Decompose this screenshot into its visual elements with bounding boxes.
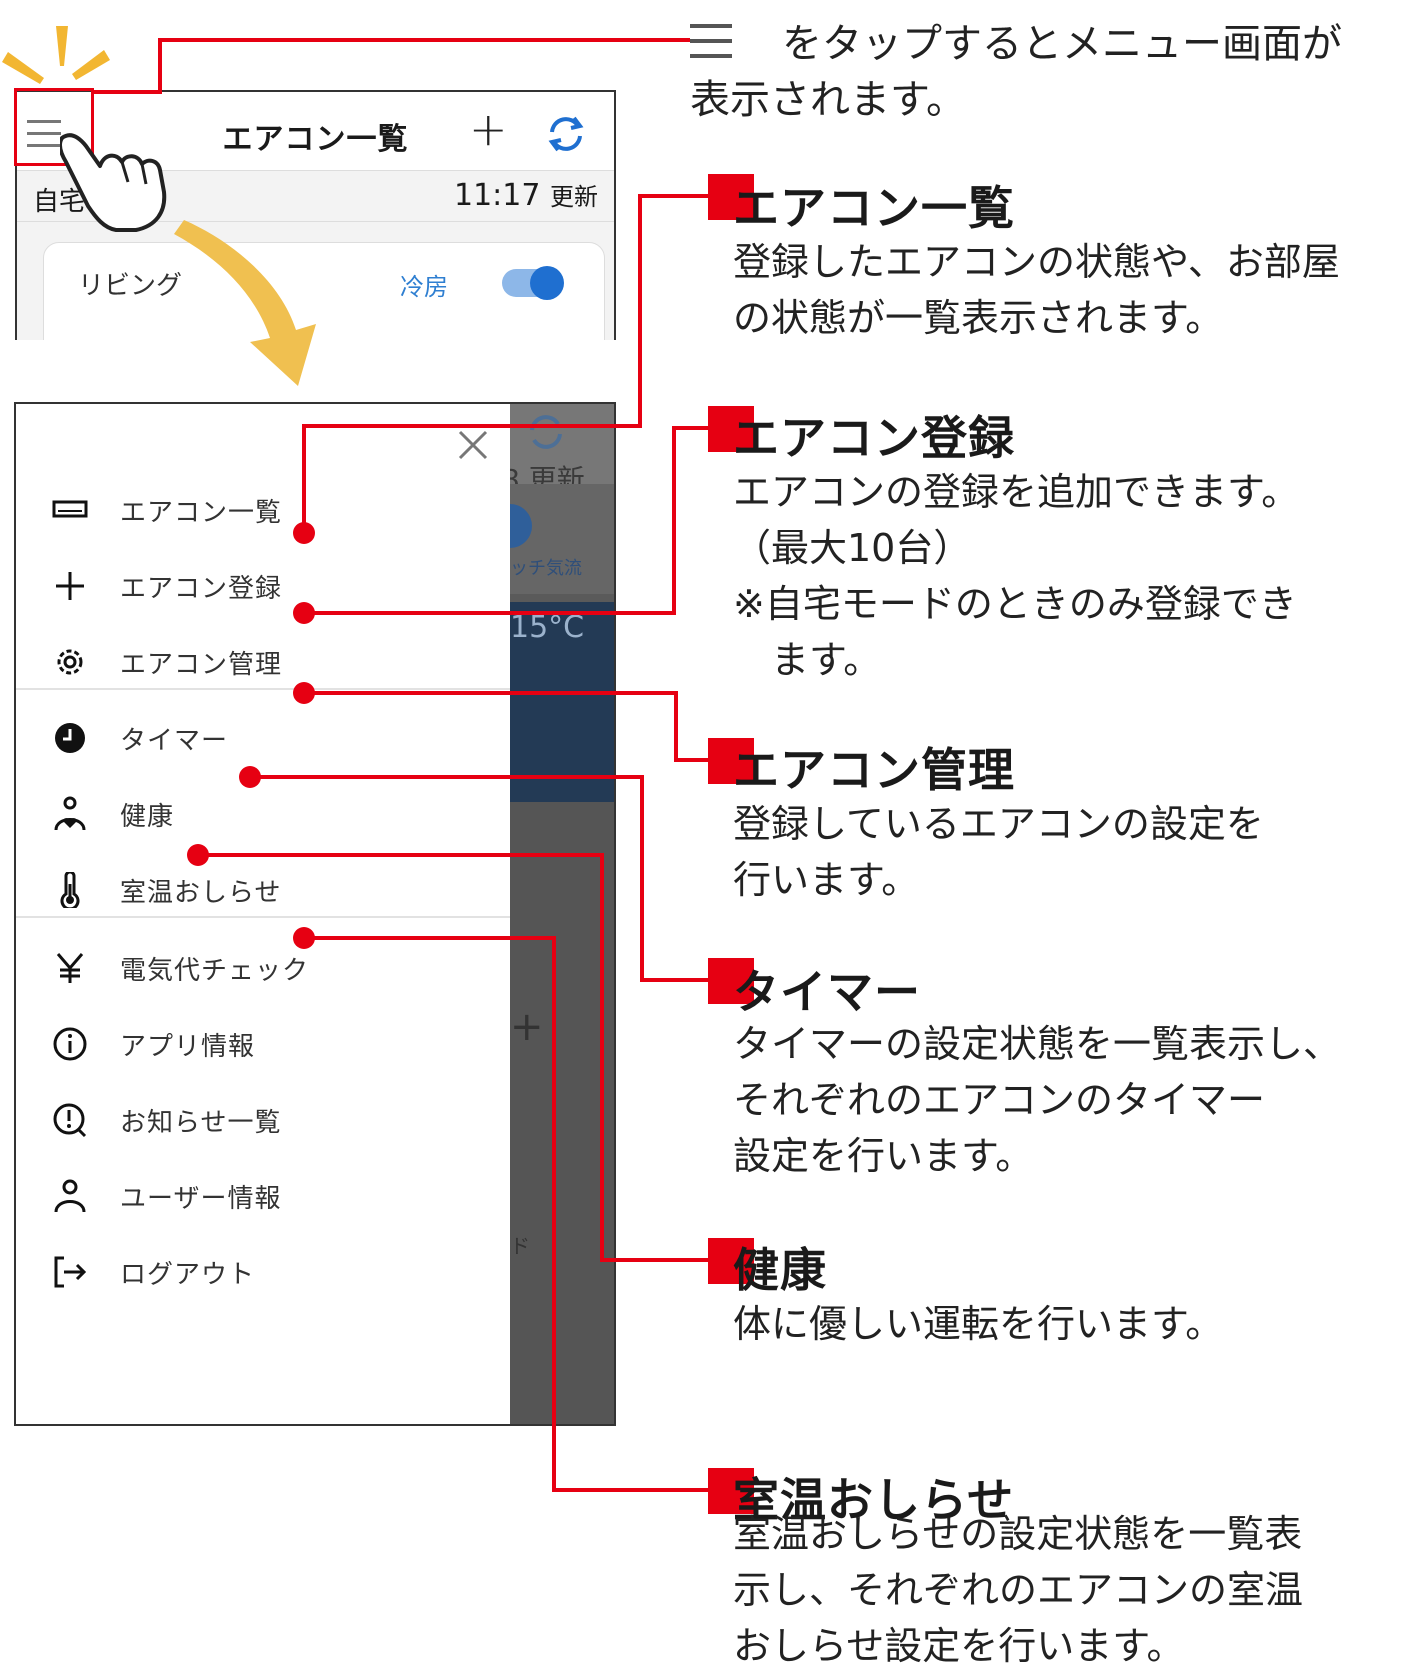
menu-item-aircon-list[interactable]: エアコン一覧 xyxy=(16,478,510,544)
navigation-drawer: エアコン一覧 エアコン登録 エアコン管理 タイマー 健康 室温おしらせ 電気代チ… xyxy=(16,404,510,1424)
menu-label: ログアウト xyxy=(120,1260,256,1290)
menu-divider xyxy=(16,916,510,918)
menu-label: エアコン一覧 xyxy=(120,498,283,528)
menu-item-notices[interactable]: お知らせ一覧 xyxy=(16,1088,510,1154)
tap-sparkle-icon xyxy=(2,26,110,84)
menu-label: 健康 xyxy=(120,802,175,832)
callout-body-room-temp-alert: 室温おしらせの設定状態を一覧表 示し、それぞれのエアコンの室温 おしらせ設定を行… xyxy=(733,1512,1304,1668)
callout-body-aircon-register: エアコンの登録を追加できます。 （最大10台） ※自宅モードのときのみ登録でき … xyxy=(733,470,1300,682)
room-mode: 冷房 xyxy=(400,273,448,301)
menu-item-room-temp-alert[interactable]: 室温おしらせ xyxy=(16,858,510,924)
callout-body-health: 体に優しい運転を行います。 xyxy=(733,1302,1224,1346)
health-icon xyxy=(54,796,86,831)
intro-line-1: をタップするとメニュー画面が xyxy=(782,21,1342,67)
add-icon[interactable]: + xyxy=(469,102,508,156)
thermometer-icon xyxy=(60,872,80,908)
yen-icon xyxy=(56,953,84,983)
app-screen-drawer: 8 更新 ッチ気流 15°C + ド エアコン一覧 エアコン登録 エアコン管理 … xyxy=(14,402,616,1426)
menu-label: エアコン管理 xyxy=(120,650,283,680)
menu-item-logout[interactable]: ログアウト xyxy=(16,1240,510,1306)
menu-label: お知らせ一覧 xyxy=(120,1108,282,1138)
down-arrow-icon xyxy=(174,220,316,386)
menu-item-timer[interactable]: タイマー xyxy=(16,706,510,772)
menu-item-aircon-register[interactable]: エアコン登録 xyxy=(16,554,510,620)
callout-title-aircon-register: エアコン登録 xyxy=(733,411,1015,465)
logout-icon xyxy=(54,1256,87,1288)
menu-item-app-info[interactable]: アプリ情報 xyxy=(16,1012,510,1078)
bg-temperature: 15°C xyxy=(510,610,585,645)
menu-label: エアコン登録 xyxy=(120,574,283,604)
menu-label: 室温おしらせ xyxy=(120,878,282,908)
menu-item-health[interactable]: 健康 xyxy=(16,782,510,848)
callout-title-health: 健康 xyxy=(733,1243,827,1297)
menu-label: タイマー xyxy=(120,726,229,756)
callout-body-aircon-list: 登録したエアコンの状態や、お部屋 の状態が一覧表示されます。 xyxy=(733,240,1340,340)
callout-body-timer: タイマーの設定状態を一覧表示し、 それぞれのエアコンのタイマー 設定を行います。 xyxy=(733,1022,1342,1178)
menu-label: ユーザー情報 xyxy=(120,1184,282,1214)
callout-title-aircon-list: エアコン一覧 xyxy=(733,181,1015,235)
clock-icon xyxy=(55,723,85,753)
updated-time: 11:17 更新 xyxy=(454,177,598,213)
refresh-icon[interactable] xyxy=(544,112,588,156)
power-toggle[interactable] xyxy=(502,266,564,300)
room-name: リビング xyxy=(78,271,183,301)
time-value: 11:17 xyxy=(453,178,541,213)
bg-touch-airflow: ッチ気流 xyxy=(510,558,582,579)
intro-text: をタップするとメニュー画面が 表示されます。 xyxy=(690,16,1342,128)
info-icon xyxy=(53,1027,87,1061)
aircon-list-icon xyxy=(52,500,88,518)
callout-title-timer: タイマー xyxy=(733,965,921,1019)
updated-label: 更新 xyxy=(550,183,598,211)
user-icon xyxy=(54,1179,86,1213)
menu-label: 電気代チェック xyxy=(120,956,310,986)
menu-divider xyxy=(16,688,510,690)
callout-title-aircon-manage: エアコン管理 xyxy=(733,743,1015,797)
gear-icon xyxy=(57,649,83,675)
bg-glyph: ド xyxy=(510,1234,530,1258)
intro-line-2: 表示されます。 xyxy=(690,77,966,123)
refresh-icon-dimmed xyxy=(530,415,562,449)
menu-item-user-info[interactable]: ユーザー情報 xyxy=(16,1164,510,1230)
menu-item-electricity-cost[interactable]: 電気代チェック xyxy=(16,936,510,1002)
menu-label: アプリ情報 xyxy=(120,1032,256,1062)
close-icon[interactable] xyxy=(456,428,490,462)
notice-icon xyxy=(53,1103,87,1138)
callout-body-aircon-manage: 登録しているエアコンの設定を 行います。 xyxy=(733,802,1264,902)
menu-item-aircon-manage[interactable]: エアコン管理 xyxy=(16,630,510,696)
plus-icon xyxy=(56,572,84,600)
